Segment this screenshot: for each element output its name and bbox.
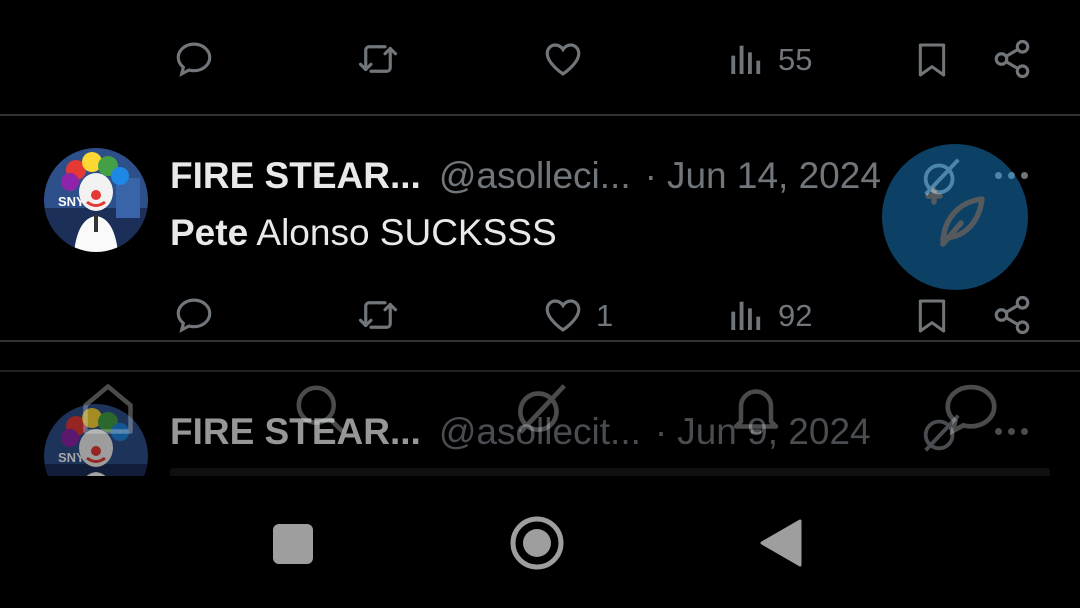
- tweet-actions-top: 55: [0, 0, 1080, 115]
- avatar[interactable]: SNY: [44, 148, 148, 252]
- messages-icon: [945, 384, 997, 436]
- tab-notifications[interactable]: [726, 378, 786, 445]
- bookmark-icon: [918, 43, 946, 77]
- grok-icon: [518, 384, 566, 434]
- compose-button[interactable]: [882, 144, 1028, 290]
- views-button[interactable]: 92: [728, 294, 812, 336]
- heart-icon: [545, 299, 581, 332]
- triangle-icon: [760, 519, 802, 567]
- retweet-button[interactable]: [354, 38, 402, 80]
- retweet-icon: [358, 45, 398, 73]
- share-button[interactable]: [990, 38, 1034, 80]
- home-nav-button[interactable]: [509, 515, 565, 576]
- views-button[interactable]: 55: [728, 38, 812, 80]
- views-icon: [731, 45, 761, 74]
- views-count: 55: [778, 41, 813, 77]
- tweet-text-rest: Alonso SUCKSSS: [248, 212, 557, 253]
- retweet-icon: [358, 301, 398, 329]
- views-icon: [731, 301, 761, 330]
- tab-search[interactable]: [290, 378, 350, 445]
- tab-home[interactable]: [78, 378, 138, 445]
- likes-count: 1: [596, 297, 614, 333]
- share-button[interactable]: [990, 294, 1034, 336]
- reply-button[interactable]: [172, 294, 216, 336]
- like-button[interactable]: [540, 38, 586, 80]
- tweet-text-bold: Pete: [170, 212, 249, 253]
- bell-icon: [733, 389, 779, 434]
- reply-button[interactable]: [172, 38, 216, 80]
- bookmark-button[interactable]: [912, 38, 952, 82]
- tweet-text: Pete Alonso SUCKSSS: [170, 214, 557, 251]
- back-button[interactable]: [760, 519, 802, 572]
- views-count: 92: [778, 297, 813, 333]
- like-button[interactable]: 1: [540, 294, 613, 336]
- square-icon: [273, 524, 313, 564]
- tab-grok[interactable]: [510, 378, 572, 445]
- heart-icon: [545, 43, 581, 76]
- separator-dot: ·: [644, 154, 657, 196]
- bookmark-button[interactable]: [912, 294, 952, 338]
- home-icon: [83, 384, 133, 434]
- reply-icon: [176, 298, 212, 333]
- timeline-feed: 55 SNY FIRE STEAR... @asolleci... · Jun …: [0, 0, 1080, 476]
- tab-messages[interactable]: [940, 378, 1002, 445]
- compose-icon: [925, 187, 985, 247]
- reply-icon: [176, 42, 212, 77]
- tweet-date[interactable]: Jun 14, 2024: [667, 157, 881, 194]
- tweet-header: FIRE STEAR... @asolleci... · Jun 14, 202…: [170, 152, 881, 198]
- retweet-button[interactable]: [354, 294, 402, 336]
- recents-button[interactable]: [272, 523, 314, 570]
- display-name[interactable]: FIRE STEAR...: [170, 157, 421, 194]
- bookmark-icon: [918, 299, 946, 333]
- circle-icon: [510, 516, 564, 570]
- search-icon: [296, 385, 345, 434]
- more-icon-dot: [1021, 172, 1028, 179]
- divider: [0, 340, 1080, 342]
- system-nav-bar: [0, 476, 1080, 608]
- user-handle[interactable]: @asolleci...: [439, 157, 631, 194]
- bottom-tab-bar: [0, 370, 1080, 476]
- share-icon: [994, 295, 1030, 335]
- share-icon: [994, 39, 1030, 79]
